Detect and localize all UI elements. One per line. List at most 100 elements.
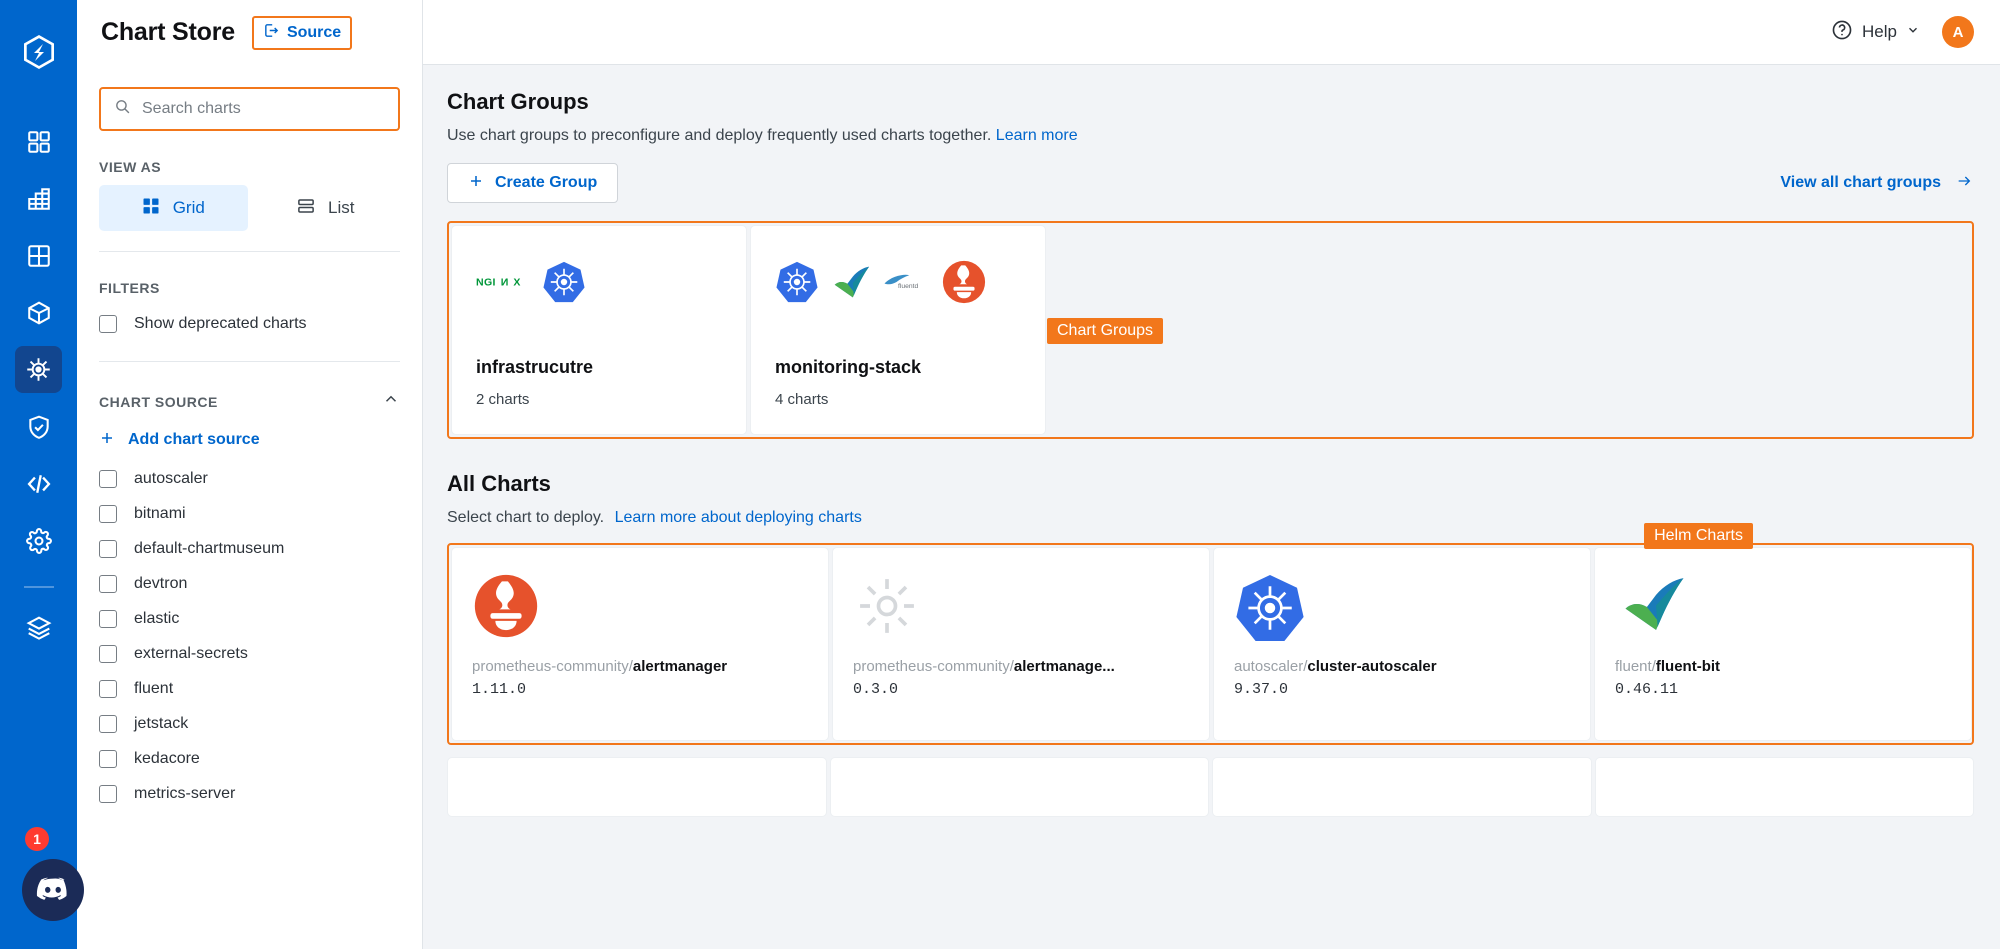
list-item[interactable]: fluent <box>99 671 400 706</box>
list-item[interactable]: autoscaler <box>99 461 400 496</box>
all-charts-row-next <box>447 757 1974 817</box>
sidebar-item-jobs[interactable] <box>15 175 62 222</box>
checkbox[interactable] <box>99 469 117 488</box>
notification-badge[interactable]: 1 <box>25 827 49 851</box>
svg-text:NGI: NGI <box>476 276 496 288</box>
chart-card-partial[interactable] <box>1594 757 1974 817</box>
checkbox[interactable] <box>99 609 117 628</box>
page-title: Chart Store <box>101 18 235 46</box>
svg-text:X: X <box>513 276 520 288</box>
all-charts-row: prometheus-community/alertmanager 1.11.0… <box>447 523 1974 745</box>
list-item[interactable]: bitnami <box>99 496 400 531</box>
list-item[interactable]: default-chartmuseum <box>99 531 400 566</box>
sidebar-item-resource-browser[interactable] <box>15 232 62 279</box>
source-label: Source <box>286 23 342 41</box>
chart-groups-title: Chart Groups <box>447 89 589 114</box>
view-option-grid-label: Grid <box>172 198 205 217</box>
chart-card-partial[interactable] <box>447 757 827 817</box>
chart-title: alertmanage... <box>1013 658 1115 675</box>
sidebar-item-stack-manager[interactable] <box>15 604 62 651</box>
list-item[interactable]: kedacore <box>99 741 400 776</box>
chart-card[interactable]: autoscaler/cluster-autoscaler 9.37.0 <box>1213 547 1591 741</box>
chart-group-card[interactable]: fluentd monitoring-stack 4 charts <box>750 225 1046 435</box>
chart-groups-subtitle: Use chart groups to preconfigure and dep… <box>447 127 1974 145</box>
chart-source-header[interactable]: CHART SOURCE <box>99 390 400 413</box>
sidebar-item-global-configurations[interactable] <box>15 517 62 564</box>
chart-card[interactable]: prometheus-community/alertmanager 1.11.0 <box>451 547 829 741</box>
kubernetes-logo-icon <box>542 260 586 309</box>
list-view-icon <box>297 197 315 220</box>
chart-repo: fluent/ <box>1615 658 1656 675</box>
search-input[interactable] <box>142 100 385 118</box>
view-option-grid[interactable]: Grid <box>99 185 248 231</box>
plus-icon <box>99 430 115 451</box>
filters-label: FILTERS <box>99 280 160 296</box>
list-item[interactable]: external-secrets <box>99 636 400 671</box>
create-group-button[interactable]: Create Group <box>447 163 619 203</box>
checkbox[interactable] <box>99 644 117 663</box>
checkbox[interactable] <box>99 749 117 768</box>
main-content: Help A Chart Groups Use chart groups to … <box>423 0 2000 949</box>
chart-card-partial[interactable] <box>829 757 1209 817</box>
create-group-label: Create Group <box>495 174 598 191</box>
source-label: external-secrets <box>134 644 248 662</box>
chart-store-page: 1 Chart Store Source Search charts VIEW … <box>0 0 2000 949</box>
sidebar-item-chart-store[interactable] <box>15 346 62 393</box>
primary-nav-rail: 1 <box>0 0 84 949</box>
fluent-bit-logo-icon <box>829 263 873 306</box>
checkbox[interactable] <box>99 539 117 558</box>
search-icon <box>114 98 131 120</box>
list-item[interactable]: devtron <box>99 566 400 601</box>
avatar[interactable]: A <box>1942 16 1974 48</box>
view-option-list-label: List <box>328 198 355 217</box>
chart-group-card[interactable]: NGI N X infrastrucutre 2 charts <box>451 225 747 435</box>
sidebar-item-bulk-edit[interactable] <box>15 460 62 507</box>
content-scroll: Chart Groups Use chart groups to preconf… <box>423 65 2000 949</box>
checkbox[interactable] <box>99 784 117 803</box>
chart-group-logos: NGI N X <box>476 254 722 314</box>
checkbox[interactable] <box>99 679 117 698</box>
chart-groups-learn-more-link[interactable]: Learn more <box>996 127 1078 144</box>
chart-card-name: prometheus-community/alertmanage... <box>853 658 1189 675</box>
chart-repo: autoscaler/ <box>1234 658 1308 675</box>
devtron-logo-icon[interactable] <box>20 33 58 76</box>
chart-card[interactable]: fluent/fluent-bit 0.46.11 <box>1594 547 1972 741</box>
prometheus-logo-icon <box>472 572 808 658</box>
checkbox[interactable] <box>99 714 117 733</box>
sidebar-item-software-distribution[interactable] <box>15 289 62 336</box>
source-label: jetstack <box>134 714 189 732</box>
chart-card-name: autoscaler/cluster-autoscaler <box>1234 658 1570 675</box>
source-button[interactable]: Source <box>251 15 353 50</box>
chart-group-logos: fluentd <box>775 254 1021 314</box>
chevron-up-icon[interactable] <box>382 390 400 413</box>
fluentd-logo-icon: fluentd <box>883 271 931 298</box>
help-menu[interactable]: Help <box>1831 19 1920 46</box>
list-item[interactable]: elastic <box>99 601 400 636</box>
chart-groups-actions: Create Group View all chart groups <box>447 163 1974 203</box>
nginx-logo-icon: NGI N X <box>476 272 532 297</box>
chart-card-partial[interactable] <box>1212 757 1592 817</box>
chart-card[interactable]: prometheus-community/alertmanage... 0.3.… <box>832 547 1210 741</box>
annotation-helm-charts: Helm Charts <box>1644 523 1753 549</box>
sidebar-divider-1 <box>99 251 400 252</box>
view-as-toggle: Grid List <box>99 185 400 231</box>
filter-show-deprecated[interactable]: Show deprecated charts <box>99 306 400 341</box>
discord-icon[interactable] <box>22 859 84 921</box>
all-charts-learn-more-link[interactable]: Learn more about deploying charts <box>615 509 862 526</box>
top-bar: Help A <box>423 0 2000 65</box>
chevron-down-icon <box>1906 22 1920 42</box>
view-all-chart-groups-link[interactable]: View all chart groups <box>1780 173 1974 194</box>
list-item[interactable]: metrics-server <box>99 776 400 811</box>
checkbox[interactable] <box>99 504 117 523</box>
sidebar-item-applications[interactable] <box>15 118 62 165</box>
help-label: Help <box>1862 22 1897 41</box>
view-option-list[interactable]: List <box>252 185 401 231</box>
chart-version: 0.3.0 <box>853 681 899 698</box>
list-item[interactable]: jetstack <box>99 706 400 741</box>
checkbox[interactable] <box>99 574 117 593</box>
sidebar-item-security[interactable] <box>15 403 62 450</box>
checkbox[interactable] <box>99 314 117 333</box>
search-charts-field[interactable] <box>99 87 400 131</box>
add-chart-source-button[interactable]: Add chart source <box>99 421 400 459</box>
question-circle-icon <box>1831 19 1853 46</box>
